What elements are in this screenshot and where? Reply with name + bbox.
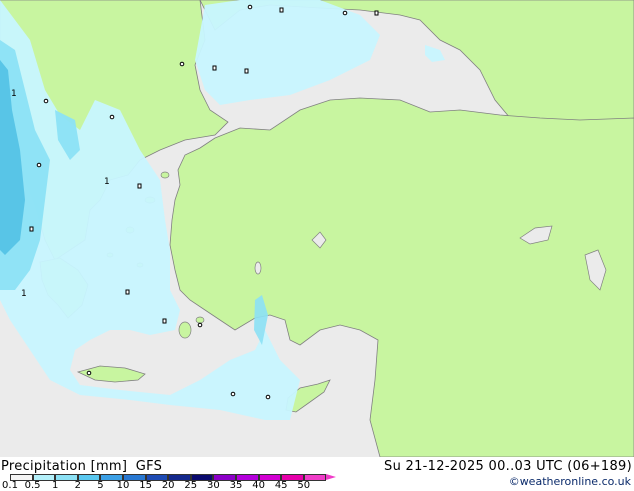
legend-tick-label: 30 xyxy=(207,480,220,491)
product-name: Precipitation [mm] xyxy=(1,459,128,474)
legend-tick-label: 0.1 xyxy=(2,480,18,491)
legend-tick-label: 10 xyxy=(116,480,130,491)
legend-tick-label: 15 xyxy=(139,480,152,491)
color-legend: 0.1 0.5 1 2 5 10 15 20 25 30 35 40 45 50 xyxy=(2,474,337,491)
legend-tick-label: 25 xyxy=(184,480,198,491)
map-value-label: 1 xyxy=(11,89,17,99)
legend-tick-label: 2 xyxy=(74,480,81,491)
map-value-label: 1 xyxy=(21,289,27,299)
site-credit[interactable]: ©weatheronline.co.uk xyxy=(509,475,631,488)
product-title: Precipitation [mm] GFS xyxy=(1,459,166,474)
legend-tick-label: 40 xyxy=(252,480,265,491)
legend-tick-label: 20 xyxy=(161,480,175,491)
model-name: GFS xyxy=(135,459,163,474)
map-value-label: 1 xyxy=(104,177,110,187)
map-canvas: 1 1 1 xyxy=(0,0,634,457)
legend-tick-label: 0.5 xyxy=(24,480,41,491)
legend-tick-label: 45 xyxy=(274,480,288,491)
legend-tick-label: 35 xyxy=(229,480,243,491)
legend-tick-label: 50 xyxy=(297,480,311,491)
legend-tick-label: 1 xyxy=(52,480,59,491)
precipitation-map: 1 1 1 xyxy=(0,0,634,457)
legend-tick-label: 5 xyxy=(97,480,104,491)
legend-arrow xyxy=(326,474,337,480)
map-footer: Precipitation [mm] GFS Su 21-12-2025 00.… xyxy=(0,457,634,491)
valid-datetime: Su 21-12-2025 00..03 UTC (06+189) xyxy=(384,459,632,474)
